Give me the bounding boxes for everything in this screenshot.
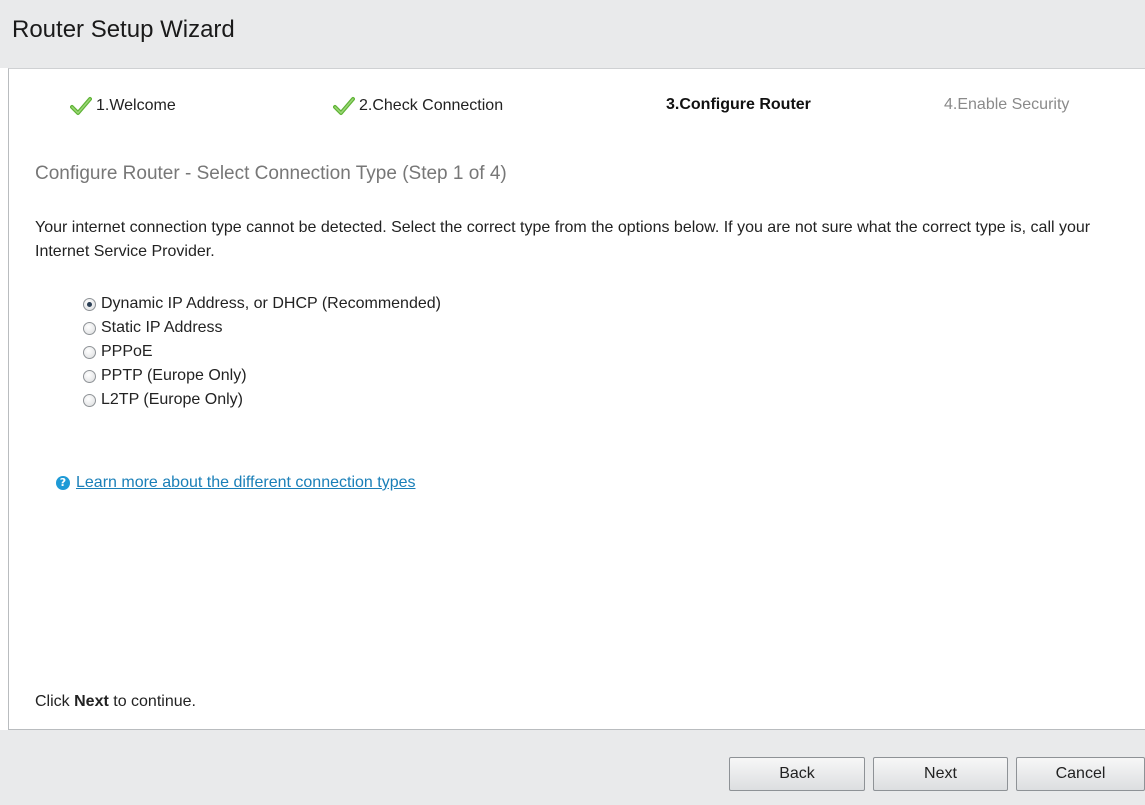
step-label: 1.Welcome xyxy=(96,97,176,114)
option-static-ip[interactable]: Static IP Address xyxy=(83,316,441,340)
step-configure-router: 3.Configure Router xyxy=(666,96,811,114)
learn-more: ? Learn more about the different connect… xyxy=(56,474,415,492)
help-icon: ? xyxy=(56,476,70,490)
learn-more-link[interactable]: Learn more about the different connectio… xyxy=(76,474,415,492)
connection-type-options: Dynamic IP Address, or DHCP (Recommended… xyxy=(83,292,441,412)
radio-button-selected[interactable] xyxy=(83,297,96,311)
next-button[interactable]: Next xyxy=(873,757,1008,791)
option-pppoe[interactable]: PPPoE xyxy=(83,340,441,364)
radio-button[interactable] xyxy=(83,369,96,383)
intro-text: Your internet connection type cannot be … xyxy=(35,219,1091,260)
wizard-title: Router Setup Wizard xyxy=(12,16,235,43)
option-label: Static IP Address xyxy=(101,319,223,336)
step-check-connection: 2.Check Connection xyxy=(333,96,503,116)
step-welcome: 1.Welcome xyxy=(70,96,176,116)
step-label: 2.Check Connection xyxy=(359,97,504,114)
step-label: 4.Enable Security xyxy=(944,96,1070,113)
continue-suffix: to continue. xyxy=(108,693,196,710)
option-dhcp[interactable]: Dynamic IP Address, or DHCP (Recommended… xyxy=(83,292,441,316)
option-l2tp[interactable]: L2TP (Europe Only) xyxy=(83,388,441,412)
option-pptp[interactable]: PPTP (Europe Only) xyxy=(83,364,441,388)
checkmark-icon xyxy=(333,97,355,115)
option-label: PPPoE xyxy=(101,343,153,360)
continue-prefix: Click xyxy=(35,693,75,710)
back-button[interactable]: Back xyxy=(729,757,865,791)
step-enable-security: 4.Enable Security xyxy=(944,96,1069,114)
option-label: Dynamic IP Address, or DHCP (Recommended… xyxy=(101,295,441,312)
step-label: 3.Configure Router xyxy=(666,96,811,113)
checkmark-icon xyxy=(70,97,92,115)
option-label: L2TP (Europe Only) xyxy=(101,391,243,408)
radio-button[interactable] xyxy=(83,345,96,359)
radio-button[interactable] xyxy=(83,393,96,407)
option-label: PPTP (Europe Only) xyxy=(101,367,247,384)
section-heading: Configure Router - Select Connection Typ… xyxy=(35,163,507,184)
radio-button[interactable] xyxy=(83,321,96,335)
continue-instruction: Click Next to continue. xyxy=(35,693,196,711)
continue-emphasis: Next xyxy=(74,693,109,710)
cancel-button[interactable]: Cancel xyxy=(1016,757,1145,791)
